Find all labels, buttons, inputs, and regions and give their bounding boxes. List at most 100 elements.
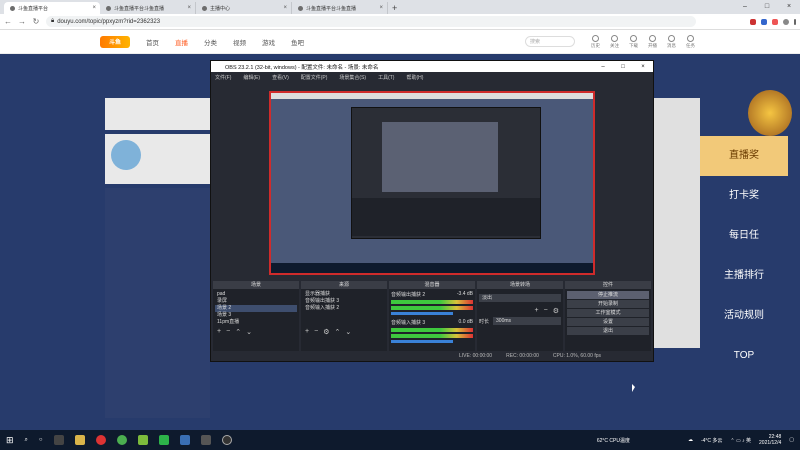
gear-icon[interactable]: ⚙ <box>553 307 559 315</box>
up-icon[interactable]: ⌃ <box>235 328 241 336</box>
follow-icon[interactable]: 关注 <box>610 34 619 49</box>
close-window-button[interactable]: × <box>778 0 800 14</box>
remove-icon[interactable]: − <box>544 307 548 315</box>
source-item[interactable]: 音频输出捕获 3 <box>303 298 385 305</box>
add-icon[interactable]: + <box>305 328 309 336</box>
taskbar-app-icon[interactable] <box>53 435 64 445</box>
close-icon[interactable]: × <box>187 5 191 11</box>
wechat-icon[interactable] <box>158 435 169 445</box>
chrome-icon[interactable] <box>116 435 127 445</box>
minimize-button[interactable]: – <box>593 64 613 70</box>
browser-tab[interactable]: 斗鱼直播平台斗鱼直播 × <box>100 2 196 14</box>
close-icon[interactable]: × <box>92 5 96 11</box>
add-icon[interactable]: + <box>217 328 221 336</box>
scene-item[interactable]: 场景 3 <box>215 312 297 319</box>
menu-icon[interactable] <box>794 18 796 25</box>
scene-item[interactable]: 11pm直播 <box>215 319 297 326</box>
clock[interactable]: 22:48 2021/12/4 <box>759 434 781 446</box>
remove-icon[interactable]: − <box>226 328 230 336</box>
forward-button[interactable]: → <box>18 17 26 26</box>
settings-button[interactable]: 设置 <box>567 318 649 326</box>
weather-icon[interactable]: ☁ <box>688 437 693 443</box>
source-item[interactable]: 音频输入捕获 2 <box>303 305 385 312</box>
browser-tab[interactable]: 主播中心 × <box>196 2 292 14</box>
file-explorer-icon[interactable] <box>74 435 85 445</box>
tray-icons[interactable]: ⌃ ▭ ♪ 英 <box>730 437 751 444</box>
event-badge[interactable] <box>748 90 792 136</box>
streamer-card[interactable] <box>105 134 210 184</box>
menu-scene-collection[interactable]: 场景集合(S) <box>339 74 366 81</box>
nav-video[interactable]: 视频 <box>233 37 246 47</box>
minimize-button[interactable]: – <box>734 0 756 14</box>
nav-game[interactable]: 游戏 <box>262 37 275 47</box>
stop-streaming-button[interactable]: 停止推流 <box>567 291 649 299</box>
close-window-button[interactable]: × <box>633 64 653 70</box>
exit-button[interactable]: 退出 <box>567 327 649 335</box>
extension-icon[interactable] <box>772 18 778 25</box>
right-nav-item[interactable]: TOP <box>700 336 788 376</box>
duration-input[interactable]: 300ms <box>493 317 561 325</box>
extension-icon[interactable] <box>750 18 756 25</box>
search-icon[interactable]: ⌕ <box>25 437 28 444</box>
add-icon[interactable]: + <box>535 307 539 315</box>
right-nav-item[interactable]: 直播奖 <box>700 136 788 176</box>
back-button[interactable]: ← <box>4 17 12 26</box>
remove-icon[interactable]: − <box>314 328 318 336</box>
menu-tools[interactable]: 工具(T) <box>378 74 394 81</box>
scene-item[interactable]: 录屏 <box>215 298 297 305</box>
down-icon[interactable]: ⌄ <box>345 328 351 336</box>
reload-button[interactable]: ↻ <box>32 17 40 26</box>
menu-file[interactable]: 文件(F) <box>215 74 231 81</box>
url-input[interactable]: 🔒︎ douyu.com/topic/ppxyzm?rid=2362323 <box>46 16 696 27</box>
taskbar-app-icon[interactable] <box>200 435 211 445</box>
download-icon[interactable]: 下载 <box>629 34 638 49</box>
search-input[interactable]: 搜索 <box>525 36 575 47</box>
obs-taskbar-icon[interactable] <box>221 435 232 445</box>
new-tab-button[interactable]: + <box>392 2 397 14</box>
start-recording-button[interactable]: 开始录制 <box>567 300 649 308</box>
menu-view[interactable]: 查看(V) <box>272 74 289 81</box>
right-nav-item[interactable]: 每日任 <box>700 216 788 256</box>
site-logo[interactable]: 斗鱼 <box>100 35 130 48</box>
profile-icon[interactable] <box>783 18 789 25</box>
obs-preview[interactable] <box>269 91 595 275</box>
scene-item[interactable]: 场景 2 <box>215 305 297 312</box>
nav-category[interactable]: 分类 <box>204 37 217 47</box>
right-nav-item[interactable]: 主播排行 <box>700 256 788 296</box>
transition-select[interactable]: 淡出 <box>479 294 561 302</box>
history-icon[interactable]: 历史 <box>591 34 600 49</box>
taskbar-app-icon[interactable] <box>179 435 190 445</box>
source-item[interactable]: 显示器捕获 <box>303 291 385 298</box>
scene-item[interactable]: pad <box>215 291 297 298</box>
task-icon[interactable]: 任务 <box>686 34 695 49</box>
task-view-icon[interactable]: ○ <box>39 437 43 443</box>
nav-live[interactable]: 直播 <box>175 37 188 47</box>
menu-profile[interactable]: 配置文件(P) <box>301 74 328 81</box>
obs-titlebar[interactable]: OBS 23.2.1 (32-bit, windows) - 配置文件: 未命名… <box>211 61 653 72</box>
maximize-button[interactable]: □ <box>613 64 633 70</box>
maximize-button[interactable]: □ <box>756 0 778 14</box>
volume-slider[interactable] <box>391 312 453 315</box>
obs-window[interactable]: OBS 23.2.1 (32-bit, windows) - 配置文件: 未命名… <box>210 60 654 362</box>
studio-mode-button[interactable]: 工作室模式 <box>567 309 649 317</box>
down-icon[interactable]: ⌄ <box>246 328 252 336</box>
notification-icon[interactable]: ▢ <box>789 437 794 443</box>
menu-edit[interactable]: 编辑(E) <box>243 74 260 81</box>
message-icon[interactable]: 消息 <box>667 34 676 49</box>
browser-tab[interactable]: 斗鱼直播平台斗鱼直播 × <box>292 2 388 14</box>
nav-home[interactable]: 首页 <box>146 37 159 47</box>
gear-icon[interactable]: ⚙ <box>323 328 329 336</box>
right-nav-item[interactable]: 活动规则 <box>700 296 788 336</box>
menu-help[interactable]: 帮助(H) <box>406 74 423 81</box>
taskbar-app-icon[interactable] <box>137 435 148 445</box>
volume-slider[interactable] <box>391 340 453 343</box>
windows-start-icon[interactable]: ⊞ <box>6 435 14 446</box>
right-nav-item[interactable]: 打卡奖 <box>700 176 788 216</box>
close-icon[interactable]: × <box>283 5 287 11</box>
up-icon[interactable]: ⌃ <box>334 328 340 336</box>
broadcast-icon[interactable]: 开播 <box>648 34 657 49</box>
nav-fishbar[interactable]: 鱼吧 <box>291 37 304 47</box>
close-icon[interactable]: × <box>379 5 383 11</box>
extension-icon[interactable] <box>761 18 767 25</box>
taskbar-app-icon[interactable] <box>95 435 106 445</box>
